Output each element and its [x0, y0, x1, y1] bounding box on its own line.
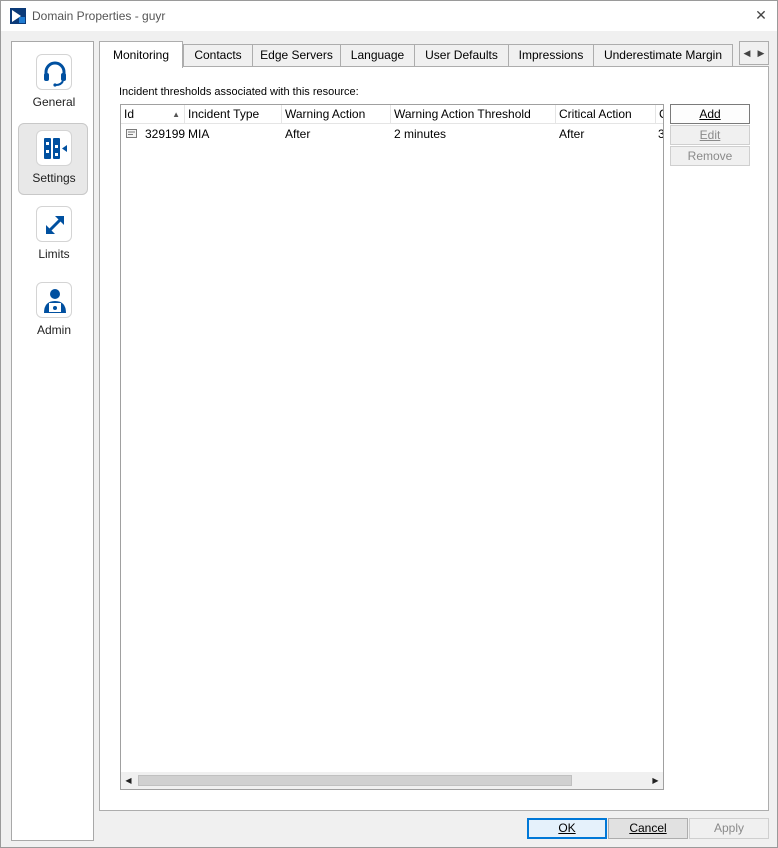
cancel-button[interactable]: Cancel	[608, 818, 688, 839]
tab-scroll-buttons: ◀ ▶	[739, 41, 769, 65]
monitoring-panel: Incident thresholds associated with this…	[99, 66, 769, 811]
tab-underestimate-margin[interactable]: Underestimate Margin	[593, 44, 733, 67]
column-header-id[interactable]: Id ▲	[121, 105, 185, 124]
table-row[interactable]: 329199 MIA After 2 minutes After 3	[121, 125, 663, 143]
cell-critical-threshold: 3	[658, 125, 663, 143]
column-header-critical-threshold[interactable]: C	[656, 105, 663, 124]
sidebar-item-label: General	[32, 95, 76, 109]
apply-button[interactable]: Apply	[689, 818, 769, 839]
admin-user-icon	[36, 282, 72, 318]
tab-contacts[interactable]: Contacts	[183, 44, 253, 67]
category-sidebar: General Settings Limits Admin	[11, 41, 94, 841]
domain-properties-window: Domain Properties - guyr ✕ General Setti…	[0, 0, 778, 848]
cell-id: 329199	[145, 127, 185, 141]
diagonal-arrows-icon	[36, 206, 72, 242]
cell-warning-action-threshold: 2 minutes	[394, 127, 447, 141]
cell-warning-action: After	[285, 127, 311, 141]
cell-incident-type: MIA	[188, 127, 210, 141]
sidebar-item-label: Limits	[38, 247, 70, 261]
window-title: Domain Properties - guyr	[32, 9, 166, 23]
edit-button[interactable]: Edit	[670, 125, 750, 145]
list-header: Id ▲ Incident Type Warning Action Warnin…	[121, 105, 663, 124]
column-header-warning-action[interactable]: Warning Action	[282, 105, 391, 124]
horizontal-scrollbar[interactable]: ◀ ▶	[121, 772, 663, 789]
tab-monitoring[interactable]: Monitoring	[99, 41, 183, 68]
title-bar: Domain Properties - guyr ✕	[1, 1, 777, 31]
cell-critical-action: After	[559, 127, 585, 141]
tab-scroll-left-icon[interactable]: ◀	[740, 42, 754, 64]
app-logo-icon	[10, 8, 26, 24]
add-button[interactable]: Add	[670, 104, 750, 124]
tab-scroll-right-icon[interactable]: ▶	[754, 42, 768, 64]
sort-ascending-icon: ▲	[172, 110, 180, 119]
remove-button[interactable]: Remove	[670, 146, 750, 166]
column-header-warning-action-threshold[interactable]: Warning Action Threshold	[391, 105, 556, 124]
headset-icon	[36, 54, 72, 90]
incident-row-icon	[126, 129, 137, 138]
column-header-critical-action[interactable]: Critical Action	[556, 105, 656, 124]
sidebar-item-label: Admin	[36, 323, 71, 337]
tab-impressions[interactable]: Impressions	[508, 44, 594, 67]
close-button[interactable]: ✕	[749, 4, 773, 26]
sidebar-item-label: Settings	[32, 171, 76, 185]
incident-thresholds-list[interactable]: Id ▲ Incident Type Warning Action Warnin…	[120, 104, 664, 790]
ok-button[interactable]: OK	[527, 818, 607, 839]
tab-language[interactable]: Language	[340, 44, 415, 67]
sidebar-item-general[interactable]: General	[18, 47, 88, 119]
scroll-left-icon[interactable]: ◀	[121, 772, 136, 789]
sidebar-item-limits[interactable]: Limits	[18, 199, 88, 271]
close-icon: ✕	[755, 7, 767, 23]
settings-sliders-icon	[36, 130, 72, 166]
tab-strip: Monitoring Contacts Edge Servers Languag…	[99, 41, 769, 68]
tab-user-defaults[interactable]: User Defaults	[414, 44, 509, 67]
tab-edge-servers[interactable]: Edge Servers	[252, 44, 341, 67]
column-header-incident-type[interactable]: Incident Type	[185, 105, 282, 124]
sidebar-item-admin[interactable]: Admin	[18, 275, 88, 347]
scrollbar-thumb[interactable]	[138, 775, 572, 786]
section-label: Incident thresholds associated with this…	[119, 86, 359, 98]
sidebar-item-settings[interactable]: Settings	[18, 123, 88, 195]
scroll-right-icon[interactable]: ▶	[648, 772, 663, 789]
